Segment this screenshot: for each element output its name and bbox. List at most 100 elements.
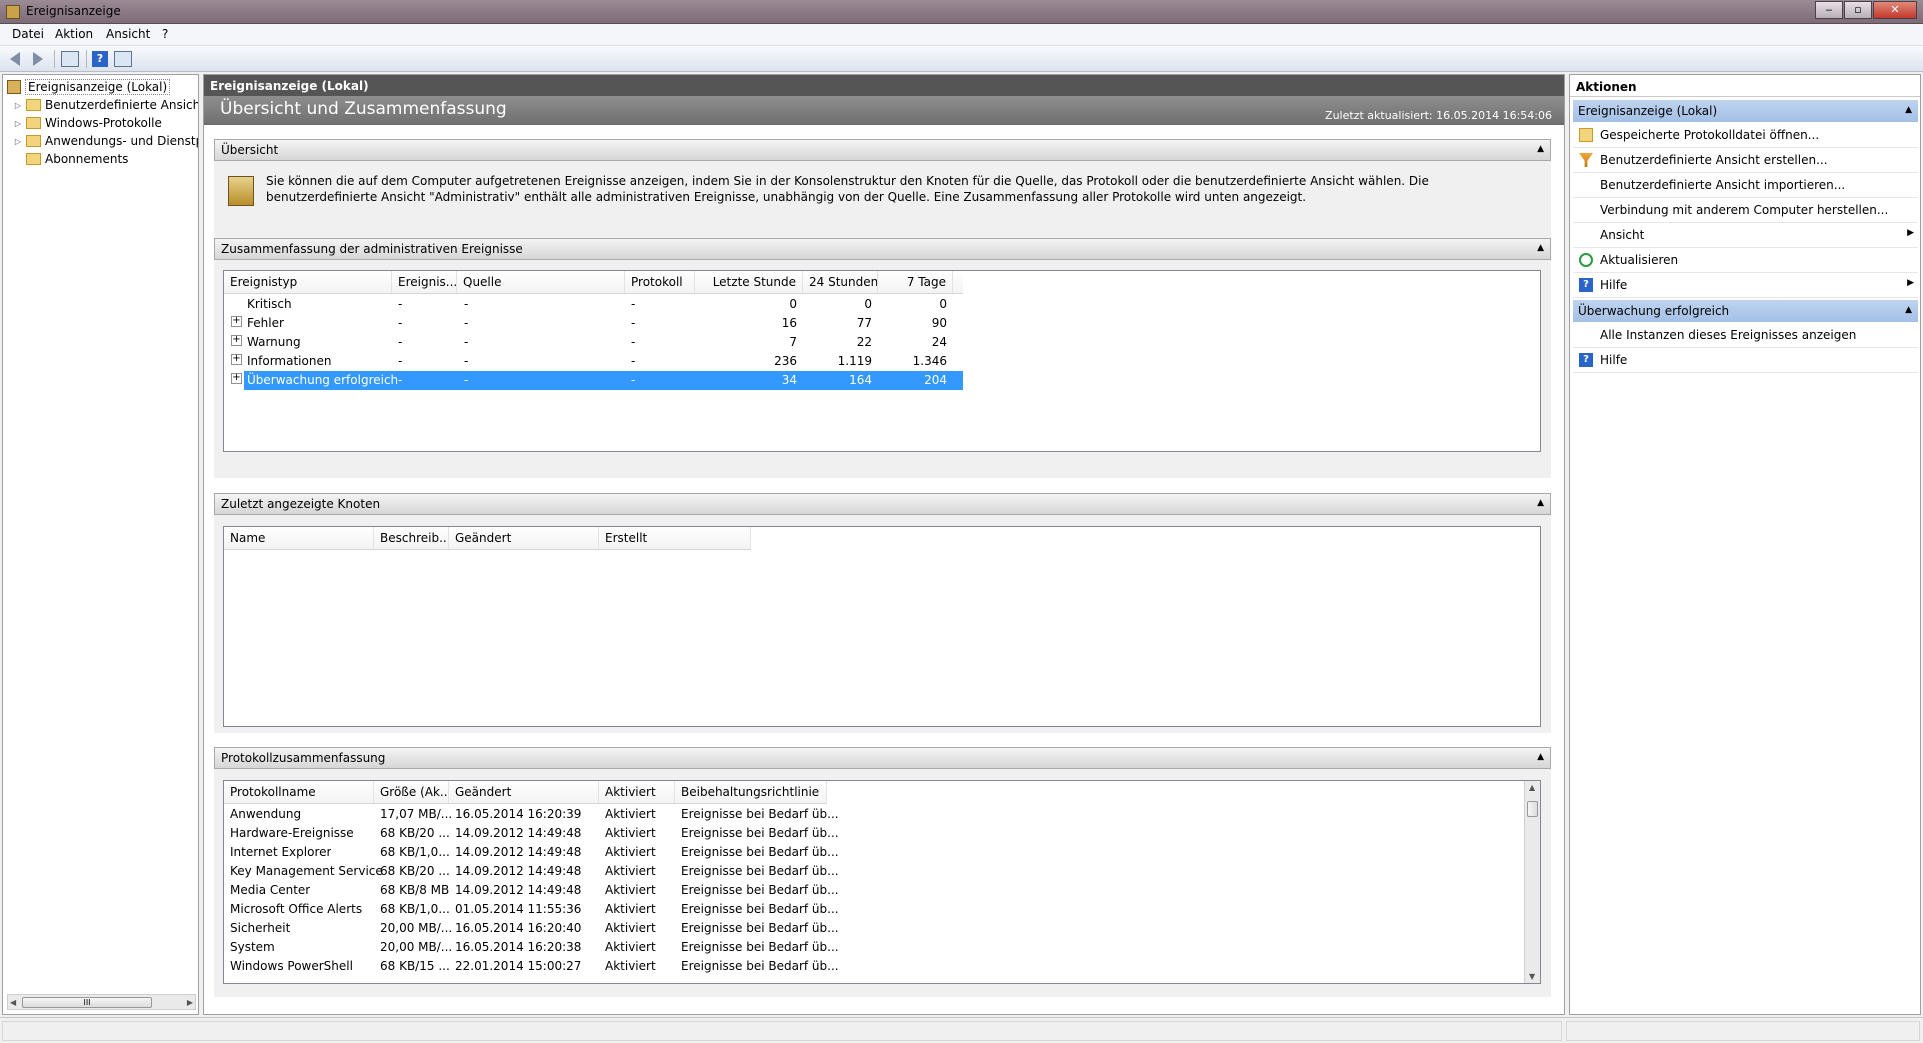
col-header[interactable]: Erstellt [599, 527, 751, 549]
log-name: Hardware-Ereignisse [230, 826, 354, 840]
collapse-icon[interactable]: ▲ [1537, 752, 1544, 762]
tree-item-custom-views[interactable]: ▷ Benutzerdefinierte Ansichten [13, 96, 198, 114]
col-header[interactable]: Letzte Stunde [695, 271, 803, 293]
summary-grid-header: Ereignistyp Ereignis... Quelle Protokoll… [224, 271, 963, 294]
minimize-button[interactable]: ‒ [1815, 1, 1843, 19]
back-button[interactable] [4, 49, 26, 69]
expand-arrow-icon[interactable]: ▷ [13, 137, 23, 146]
action-connect-computer[interactable]: Verbindung mit anderem Computer herstell… [1573, 198, 1918, 223]
overview-text: Sie können die auf dem Computer aufgetre… [266, 174, 1429, 204]
scroll-thumb[interactable] [1527, 801, 1538, 817]
action-create-custom-view[interactable]: Benutzerdefinierte Ansicht erstellen... [1573, 148, 1918, 173]
collapse-icon[interactable]: ▲ [1537, 144, 1544, 154]
action-show-all-instances[interactable]: Alle Instanzen dieses Ereignisses anzeig… [1573, 323, 1918, 348]
tree-item-app-service-logs[interactable]: ▷ Anwendungs- und Dienstprotokolle [13, 132, 198, 150]
action-open-saved-log[interactable]: Gespeicherte Protokolldatei öffnen... [1573, 123, 1918, 148]
col-header[interactable]: Protokoll [625, 271, 695, 293]
overview-summary-title: Übersicht und Zusammenfassung [220, 99, 507, 119]
log-grid-header: Protokollname Größe (Ak... Geändert Akti… [224, 781, 827, 804]
collapse-icon[interactable]: ▲ [1537, 498, 1544, 508]
actions-title: Aktionen [1570, 75, 1920, 97]
action-group-audit-success[interactable]: Überwachung erfolgreich ▲ [1573, 300, 1918, 322]
col-header[interactable]: Größe (Ak... [374, 781, 449, 803]
log-vertical-scrollbar[interactable]: ▲ ▼ [1524, 781, 1540, 983]
scroll-right-icon[interactable]: ▶ [187, 998, 193, 1007]
col-header[interactable]: Name [224, 527, 374, 549]
collapse-icon[interactable]: ▲ [1537, 243, 1544, 253]
col-header[interactable]: Ereignistyp [224, 271, 392, 293]
source: - [464, 297, 469, 311]
action-label: Verbindung mit anderem Computer herstell… [1600, 203, 1889, 217]
show-hide-action-pane-button[interactable] [112, 49, 134, 69]
action-import-custom-view[interactable]: Benutzerdefinierte Ansicht importieren..… [1573, 173, 1918, 198]
expand-arrow-icon[interactable]: ▷ [13, 119, 23, 128]
log-changed: 14.09.2012 14:49:48 [455, 864, 582, 878]
expand-plus-icon[interactable]: + [231, 354, 242, 365]
log-retention-policy: Ereignisse bei Bedarf üb... [681, 902, 839, 916]
overview-section-header[interactable]: Übersicht ▲ [214, 139, 1551, 161]
log-enabled: Aktiviert [605, 883, 656, 897]
tree-item-root[interactable]: Ereignisanzeige (Lokal) [3, 78, 171, 96]
source: - [464, 316, 469, 330]
toolbar: ? [0, 46, 1923, 72]
action-label: Benutzerdefinierte Ansicht importieren..… [1600, 178, 1846, 192]
event-type: Informationen [247, 354, 332, 368]
log-retention-policy: Ereignisse bei Bedarf üb... [681, 845, 839, 859]
summary-section-header[interactable]: Zusammenfassung der administrativen Erei… [214, 238, 1551, 260]
col-header[interactable]: 7 Tage [878, 271, 953, 293]
help-toolbar-button[interactable]: ? [89, 49, 111, 69]
expand-plus-icon[interactable]: + [231, 316, 242, 327]
menu-ansicht[interactable]: Ansicht [106, 27, 150, 41]
col-header[interactable]: Geändert [449, 781, 599, 803]
tree-item-label: Ereignisanzeige (Lokal) [25, 79, 171, 95]
expand-plus-icon[interactable]: + [231, 335, 242, 346]
expand-plus-icon[interactable]: + [231, 373, 242, 384]
col-header[interactable]: Beibehaltungsrichtlinie [675, 781, 827, 803]
tree-item-subscriptions[interactable]: Abonnements [26, 150, 128, 168]
scroll-thumb[interactable]: III [22, 997, 152, 1008]
col-header[interactable]: Ereignis... [392, 271, 457, 293]
maximize-button[interactable]: ▫ [1844, 1, 1872, 19]
center-pane: Ereignisanzeige (Lokal) Übersicht und Zu… [203, 74, 1565, 1015]
toolbar-separator [54, 50, 55, 68]
log-summary-section-header[interactable]: Protokollzusammenfassung ▲ [214, 747, 1551, 769]
scroll-up-icon[interactable]: ▲ [1529, 783, 1535, 792]
tree-item-windows-logs[interactable]: ▷ Windows-Protokolle [13, 114, 162, 132]
col-header[interactable]: Beschreib... [374, 527, 449, 549]
col-header[interactable]: 24 Stunden [803, 271, 878, 293]
col-header[interactable]: Protokollname [224, 781, 374, 803]
last-hour: 236 [774, 354, 797, 368]
show-hide-console-tree-button[interactable] [59, 49, 81, 69]
action-view[interactable]: Ansicht ▶ [1573, 223, 1918, 248]
action-help-2[interactable]: ? Hilfe [1573, 348, 1918, 373]
menu-help[interactable]: ? [162, 27, 168, 41]
col-header[interactable]: Aktiviert [599, 781, 675, 803]
forward-button[interactable] [27, 49, 49, 69]
collapse-icon[interactable]: ▲ [1905, 105, 1912, 115]
recent-section-header[interactable]: Zuletzt angezeigte Knoten ▲ [214, 493, 1551, 515]
action-label: Gespeicherte Protokolldatei öffnen... [1600, 128, 1820, 142]
last-hour: 34 [781, 373, 797, 387]
log-changed: 16.05.2014 16:20:39 [455, 807, 582, 821]
action-group-local[interactable]: Ereignisanzeige (Lokal) ▲ [1573, 100, 1918, 122]
toolbar-separator [86, 50, 87, 68]
log-changed: 16.05.2014 16:20:38 [455, 940, 582, 954]
count-24h: 22 [856, 335, 872, 349]
close-button[interactable]: ✕ [1873, 1, 1917, 19]
scroll-down-icon[interactable]: ▼ [1529, 972, 1535, 981]
col-header[interactable]: Geändert [449, 527, 599, 549]
back-arrow-icon [10, 52, 20, 66]
col-header[interactable]: Quelle [457, 271, 625, 293]
scroll-left-icon[interactable]: ◀ [10, 998, 16, 1007]
expand-arrow-icon[interactable]: ▷ [13, 101, 23, 110]
action-refresh[interactable]: Aktualisieren [1573, 248, 1918, 273]
log-enabled: Aktiviert [605, 902, 656, 916]
menu-aktion[interactable]: Aktion [55, 27, 93, 41]
menu-datei[interactable]: Datei [12, 27, 44, 41]
log-name: Sicherheit [230, 921, 291, 935]
log-enabled: Aktiviert [605, 921, 656, 935]
collapse-icon[interactable]: ▲ [1905, 305, 1912, 315]
tree-horizontal-scrollbar[interactable]: ◀ III ▶ [7, 994, 196, 1010]
action-label: Alle Instanzen dieses Ereignisses anzeig… [1600, 328, 1857, 342]
action-help[interactable]: ? Hilfe ▶ [1573, 273, 1918, 298]
